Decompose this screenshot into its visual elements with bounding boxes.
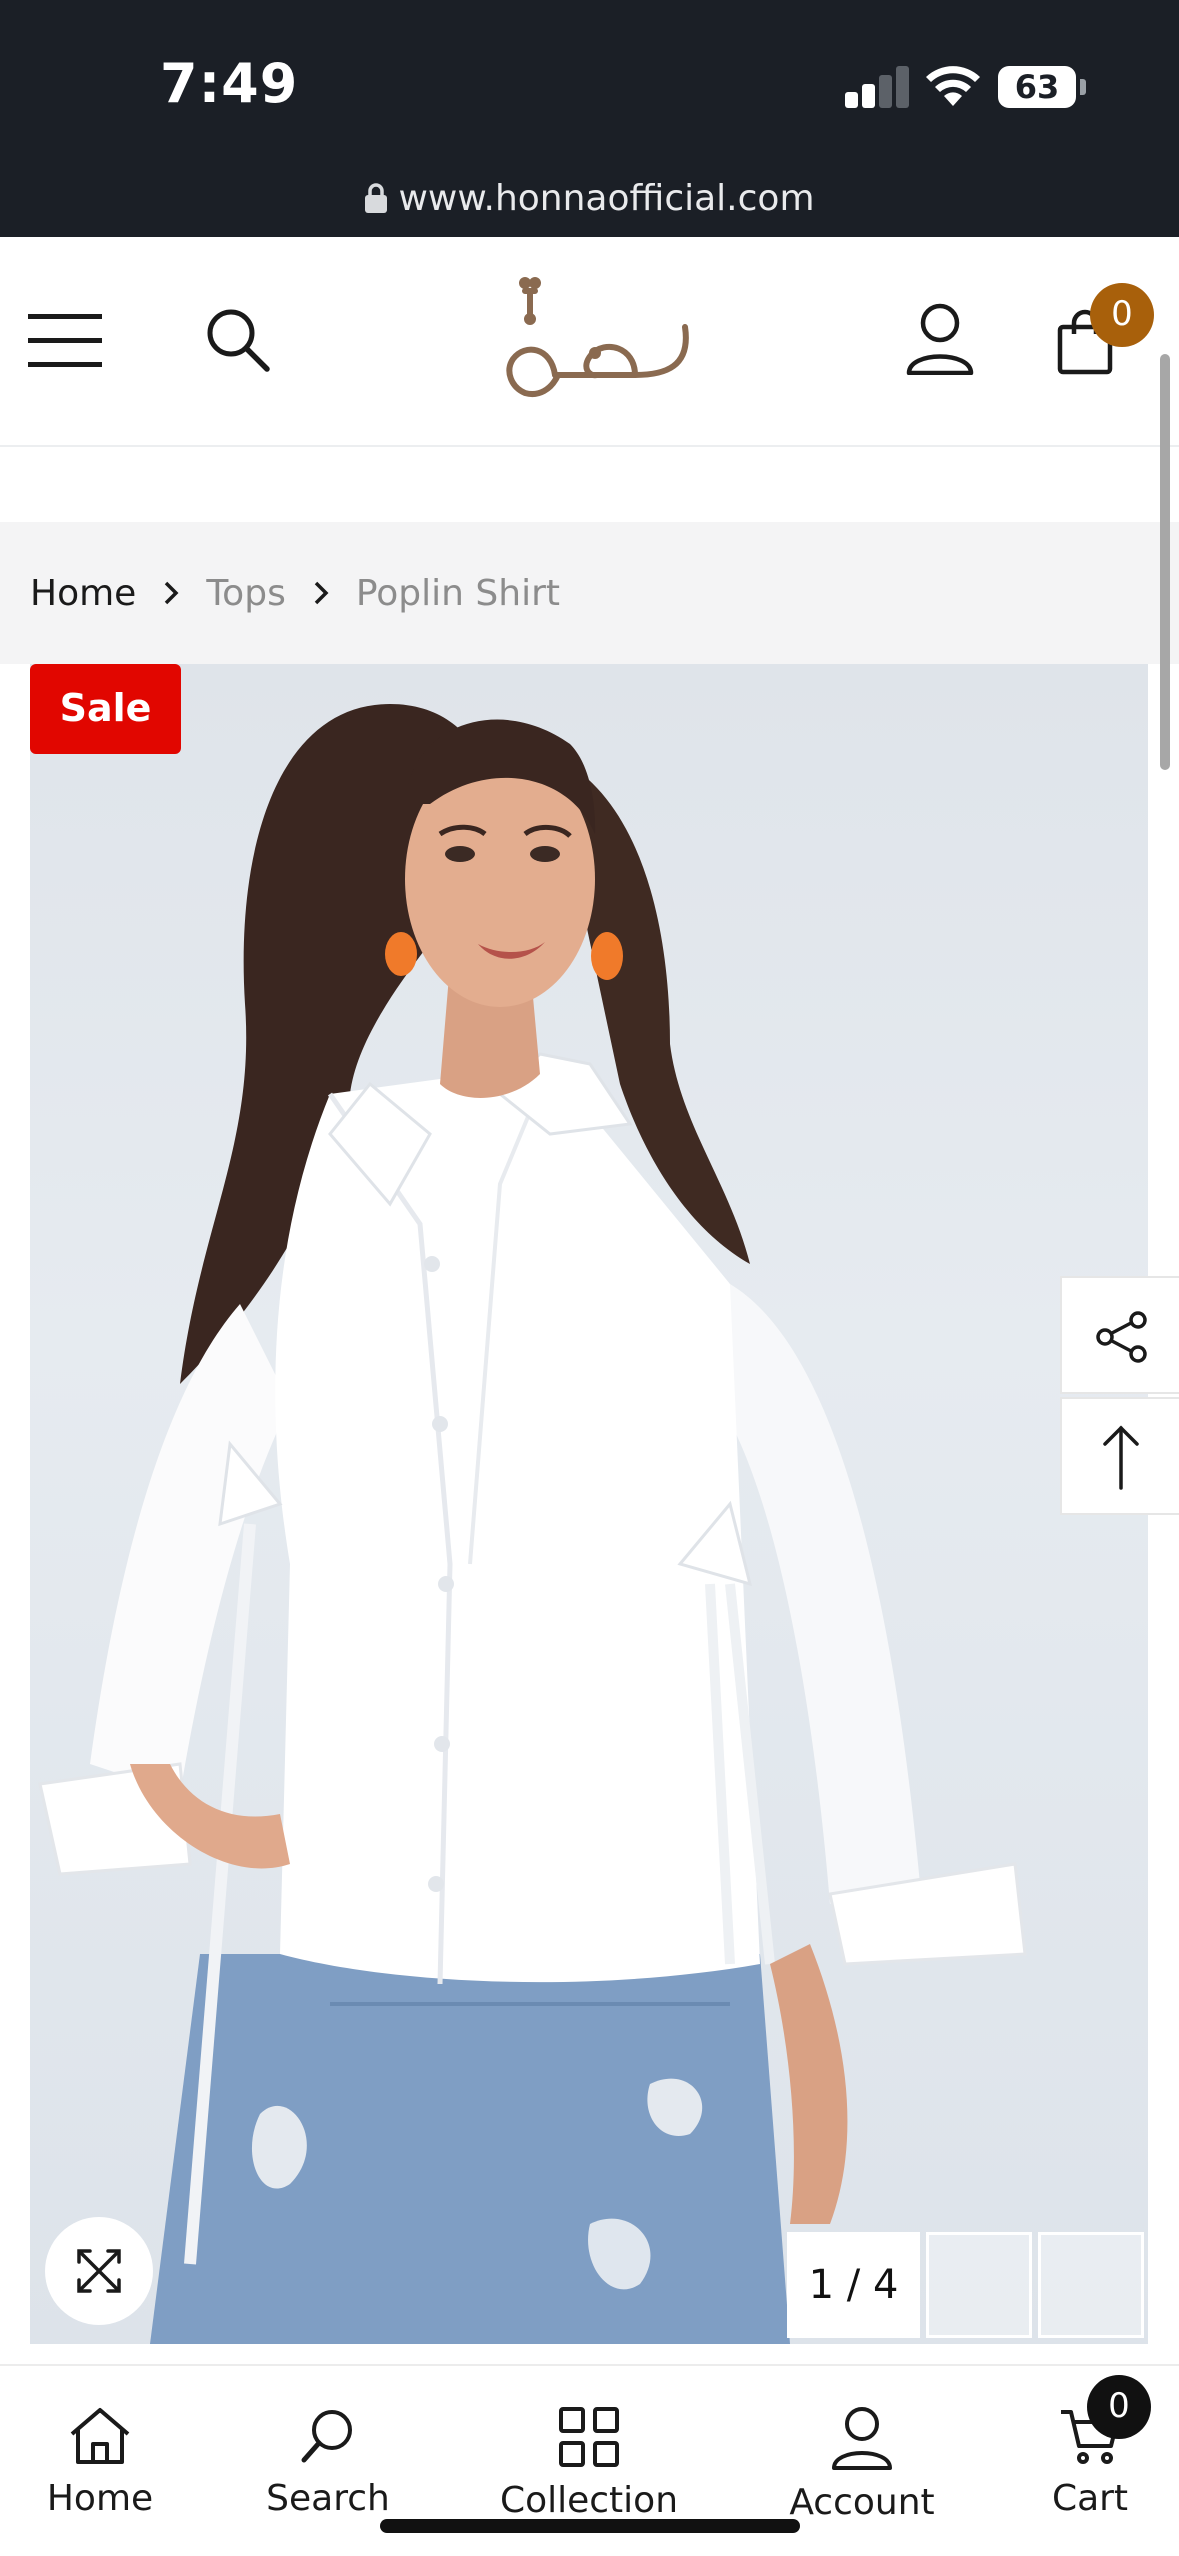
- breadcrumb-tops[interactable]: Tops: [206, 573, 286, 614]
- product-image[interactable]: [30, 664, 1148, 2344]
- site-header: [0, 237, 1179, 447]
- back-to-top-button[interactable]: [1060, 1397, 1179, 1515]
- grid-icon: [559, 2407, 619, 2467]
- gallery-thumbnail[interactable]: [926, 2232, 1032, 2338]
- product-page: 7:49 63 www.honnaofficial.com 0 Home Top…: [0, 0, 1179, 2556]
- cellular-signal-icon: [845, 66, 909, 108]
- chevron-right-icon: [314, 581, 329, 605]
- lock-icon: [365, 183, 388, 213]
- nav-collection[interactable]: Collection: [489, 2366, 689, 2526]
- nav-home-label: Home: [46, 2478, 154, 2519]
- nav-cart-label: Cart: [1051, 2478, 1129, 2519]
- arrow-up-icon: [1103, 1425, 1139, 1490]
- expand-icon: [77, 2249, 121, 2293]
- nav-home[interactable]: Home: [20, 2366, 180, 2526]
- nav-search[interactable]: Search: [248, 2366, 408, 2526]
- status-bar: 7:49 63 www.honnaofficial.com: [0, 0, 1179, 237]
- image-counter: 1 / 4: [787, 2232, 920, 2338]
- url-text: www.honnaofficial.com: [398, 178, 815, 219]
- nav-search-label: Search: [266, 2478, 390, 2519]
- nav-account[interactable]: Account: [772, 2366, 952, 2526]
- user-icon[interactable]: [905, 303, 975, 375]
- breadcrumb-home[interactable]: Home: [30, 573, 136, 614]
- sale-badge: Sale: [30, 664, 181, 754]
- battery-indicator: 63: [998, 66, 1076, 108]
- battery-cap: [1080, 79, 1086, 95]
- search-icon[interactable]: [205, 307, 271, 373]
- page-scrollbar[interactable]: [1160, 354, 1170, 770]
- nav-account-label: Account: [789, 2482, 935, 2523]
- share-icon: [1096, 1311, 1147, 1363]
- chevron-right-icon: [165, 581, 179, 605]
- home-indicator: [380, 2519, 800, 2533]
- address-bar[interactable]: www.honnaofficial.com: [0, 178, 1179, 228]
- search-icon: [301, 2410, 352, 2463]
- breadcrumb-current: Poplin Shirt: [355, 572, 560, 614]
- status-time: 7:49: [160, 52, 299, 115]
- home-icon: [70, 2408, 130, 2464]
- zoom-button[interactable]: [45, 2217, 153, 2325]
- user-icon: [832, 2407, 892, 2470]
- gallery-thumbnail[interactable]: [1038, 2232, 1144, 2338]
- nav-collection-label: Collection: [499, 2480, 679, 2521]
- product-photo: [38, 704, 1027, 2344]
- cart-count-badge[interactable]: 0: [1090, 283, 1154, 347]
- hamburger-icon[interactable]: [28, 312, 104, 370]
- share-button[interactable]: [1060, 1276, 1179, 1394]
- wifi-icon: [926, 66, 980, 106]
- brand-logo[interactable]: [485, 277, 695, 402]
- breadcrumb: Home Tops Poplin Shirt: [0, 522, 1179, 664]
- nav-cart-count-badge[interactable]: 0: [1087, 2375, 1151, 2439]
